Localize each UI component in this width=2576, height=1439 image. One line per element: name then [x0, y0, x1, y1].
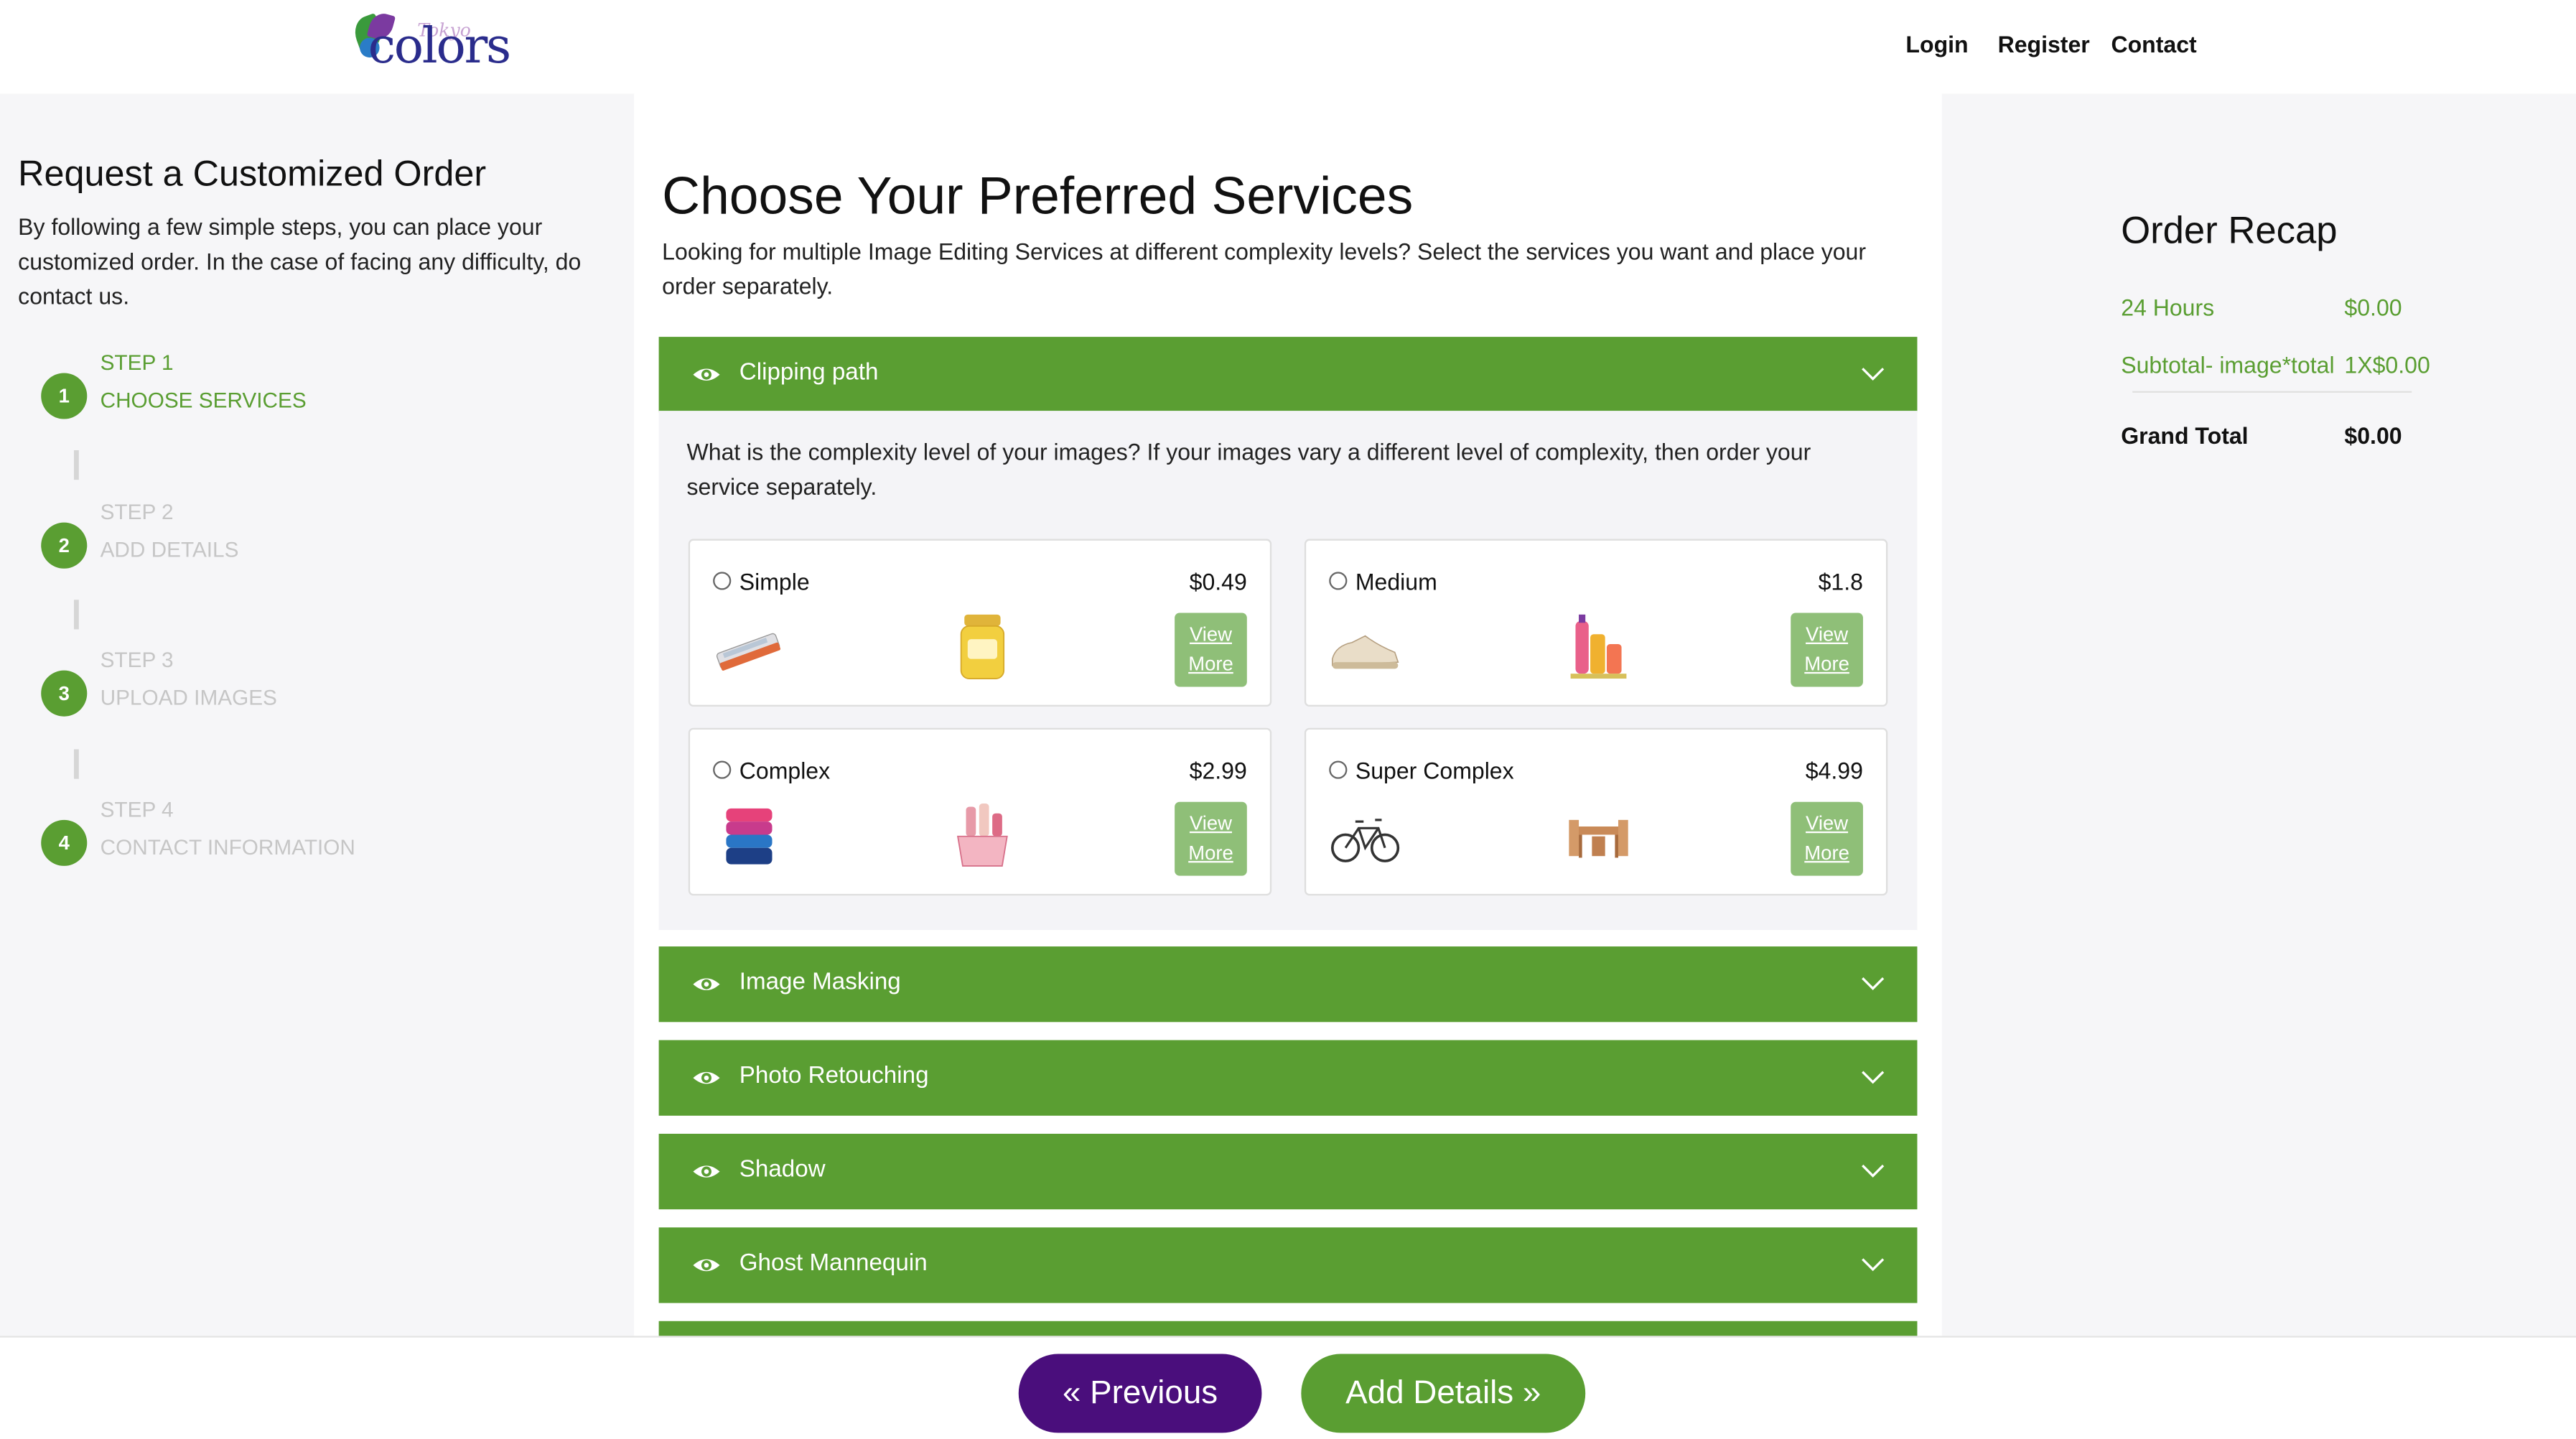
- nav-contact[interactable]: Contact: [2111, 31, 2196, 57]
- logo-text: colors: [368, 18, 512, 76]
- folded-clothes-image: [726, 808, 773, 865]
- option-name: Super Complex: [1355, 757, 1514, 784]
- accordion-label: Photo Retouching: [739, 1063, 929, 1090]
- chevron-down-icon: [1862, 1071, 1885, 1084]
- sidebar-description: By following a few simple steps, you can…: [18, 213, 582, 309]
- nav-login[interactable]: Login: [1905, 31, 1968, 57]
- accordion-ghost-mannequin[interactable]: Ghost Mannequin: [658, 1227, 1918, 1303]
- chevron-down-icon: [1862, 368, 1885, 381]
- view-more-button[interactable]: View More: [1175, 613, 1247, 687]
- page-title: Choose Your Preferred Services: [662, 166, 1414, 225]
- chevron-down-icon: [1862, 977, 1885, 990]
- option-card-super-complex[interactable]: Super Complex $4.99 View More: [1304, 727, 1888, 896]
- harmonica-image: [716, 633, 781, 671]
- accordion-shadow[interactable]: Shadow: [658, 1133, 1918, 1210]
- recap-divider: [2132, 391, 2412, 393]
- view-more-button[interactable]: View More: [1791, 801, 1863, 876]
- option-price: $2.99: [1189, 757, 1247, 784]
- recap-subtotal-label: Subtotal- image*total: [2121, 351, 2335, 378]
- view-more-button[interactable]: View More: [1791, 613, 1863, 687]
- recap-subtotal-value: 1X$0.00: [2344, 351, 2430, 378]
- option-radio[interactable]: [1329, 572, 1348, 590]
- accordion-image-masking[interactable]: Image Masking: [658, 946, 1918, 1023]
- eye-icon: [693, 978, 720, 990]
- step-name: CONTACT INFORMATION: [100, 834, 355, 860]
- step-connector: [73, 600, 79, 630]
- step-number: 1: [41, 373, 88, 419]
- accordion-label: Image Masking: [739, 969, 901, 996]
- accordion-next-partial[interactable]: [658, 1321, 1918, 1338]
- services-main: Choose Your Preferred Services Looking f…: [634, 93, 1942, 1343]
- cosmetics-image: [1570, 614, 1627, 679]
- nav-register[interactable]: Register: [1998, 31, 2090, 57]
- recap-title: Order Recap: [2121, 208, 2338, 252]
- accordion-clipping-path[interactable]: Clipping path: [658, 337, 1918, 413]
- accordion-label: Shadow: [739, 1156, 826, 1183]
- option-radio[interactable]: [713, 760, 732, 779]
- option-radio[interactable]: [1329, 760, 1348, 779]
- recap-turnaround-value: $0.00: [2344, 294, 2402, 321]
- option-name: Medium: [1355, 568, 1437, 595]
- gift-basket-image: [956, 803, 1008, 867]
- eye-icon: [693, 368, 720, 381]
- step-name: CHOOSE SERVICES: [100, 388, 307, 413]
- step-label: STEP 2: [100, 499, 174, 524]
- accordion-label: Clipping path: [739, 360, 879, 386]
- option-price: $0.49: [1189, 568, 1247, 595]
- complexity-question: What is the complexity level of your ima…: [686, 438, 1811, 500]
- step-number: 4: [41, 819, 88, 866]
- chevron-down-icon: [1862, 1258, 1885, 1272]
- option-name: Simple: [739, 568, 810, 595]
- option-card-complex[interactable]: Complex $2.99 View More: [688, 727, 1272, 896]
- option-name: Complex: [739, 757, 831, 784]
- site-header: Tokyo colors Login Register Contact: [0, 0, 2576, 94]
- option-card-medium[interactable]: Medium $1.8 View More: [1304, 539, 1888, 707]
- clipping-path-panel: What is the complexity level of your ima…: [658, 411, 1918, 931]
- step-label: STEP 4: [100, 796, 174, 822]
- recap-grand-total-label: Grand Total: [2121, 422, 2249, 449]
- recap-grand-total-value: $0.00: [2344, 422, 2402, 449]
- previous-button[interactable]: « Previous: [1018, 1354, 1262, 1433]
- step-connector: [73, 450, 79, 480]
- bicycle-image: [1330, 819, 1400, 862]
- step-connector: [73, 749, 79, 779]
- recap-turnaround-label: 24 Hours: [2121, 294, 2215, 321]
- step-name: ADD DETAILS: [100, 537, 239, 562]
- accordion-label: Ghost Mannequin: [739, 1250, 928, 1277]
- step-label: STEP 3: [100, 647, 174, 672]
- step-number: 2: [41, 522, 88, 569]
- steps-sidebar: Request a Customized Order By following …: [0, 93, 635, 1343]
- step-label: STEP 1: [100, 350, 174, 375]
- sidebar-title: Request a Customized Order: [18, 152, 487, 195]
- chevron-down-icon: [1862, 1164, 1885, 1178]
- option-card-simple[interactable]: Simple $0.49 View More: [688, 539, 1272, 707]
- view-more-button[interactable]: View More: [1175, 801, 1247, 876]
- honey-jar-image: [960, 614, 1005, 679]
- eye-icon: [693, 1165, 720, 1178]
- option-radio[interactable]: [713, 572, 732, 590]
- option-price: $4.99: [1805, 757, 1863, 784]
- site-logo[interactable]: Tokyo colors: [350, 10, 511, 79]
- add-details-button[interactable]: Add Details »: [1301, 1354, 1586, 1433]
- option-price: $1.8: [1818, 568, 1863, 595]
- accordion-photo-retouching[interactable]: Photo Retouching: [658, 1040, 1918, 1116]
- page-intro: Looking for multiple Image Editing Servi…: [662, 238, 1867, 299]
- order-recap: Order Recap 24 Hours $0.00 Subtotal- ima…: [1941, 93, 2576, 1343]
- eye-icon: [693, 1259, 720, 1272]
- step-name: UPLOAD IMAGES: [100, 685, 277, 710]
- step-number: 3: [41, 670, 88, 717]
- dining-set-image: [1569, 819, 1628, 858]
- eye-icon: [693, 1071, 720, 1084]
- wizard-footer: « Previous Add Details »: [0, 1336, 2576, 1439]
- sneaker-image: [1332, 635, 1399, 669]
